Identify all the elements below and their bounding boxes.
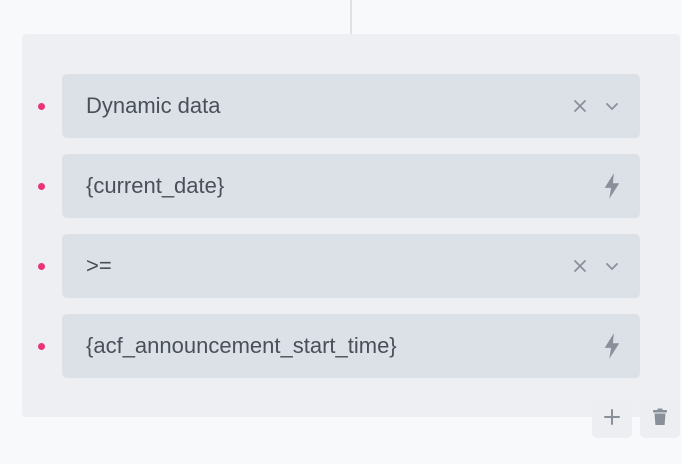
condition-group: Dynamic data {current_date} >= {acf_anno… [22,34,680,417]
condition-row: {current_date} [22,154,680,218]
condition-key-field[interactable]: {current_date} [62,154,640,218]
row-bullet [38,343,45,350]
condition-value-field[interactable]: {acf_announcement_start_time} [62,314,640,378]
chevron-down-icon[interactable] [602,254,622,278]
condition-compare-value: >= [86,253,112,278]
condition-row: >= [22,234,680,298]
add-condition-button[interactable] [592,400,632,438]
row-bullet [38,103,45,110]
condition-source-value: Dynamic data [86,93,221,118]
clear-icon[interactable] [570,94,590,118]
condition-row: Dynamic data [22,74,680,138]
plus-icon [603,408,621,431]
condition-value-text: {acf_announcement_start_time} [86,333,397,358]
row-bullet [38,183,45,190]
condition-row: {acf_announcement_start_time} [22,314,680,378]
delete-group-button[interactable] [640,400,680,438]
lightning-bolt-icon[interactable] [602,333,622,359]
condition-compare-select[interactable]: >= [62,234,640,298]
condition-source-select[interactable]: Dynamic data [62,74,640,138]
trash-icon [652,408,668,431]
chevron-down-icon[interactable] [602,94,622,118]
clear-icon[interactable] [570,254,590,278]
condition-key-value: {current_date} [86,173,225,198]
row-bullet [38,263,45,270]
lightning-bolt-icon[interactable] [602,173,622,199]
connector-line [350,0,352,34]
